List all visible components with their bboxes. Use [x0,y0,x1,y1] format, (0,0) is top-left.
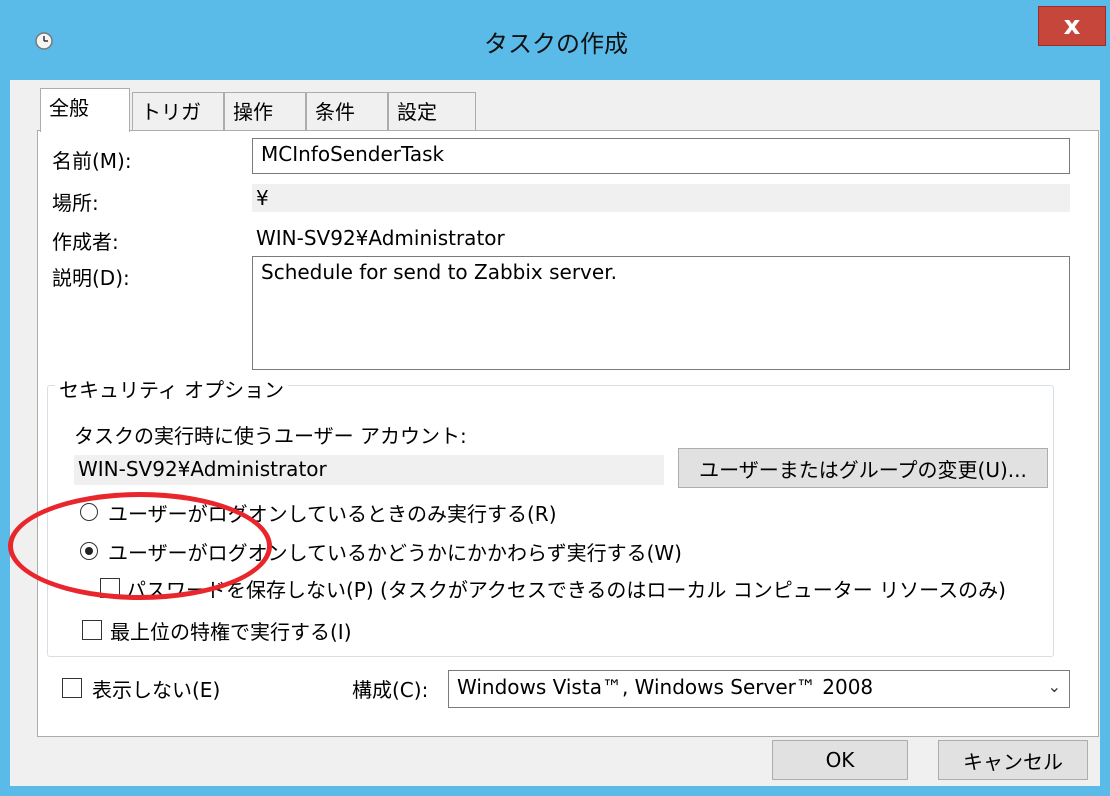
window-title: タスクの作成 [484,30,628,58]
hidden-checkbox[interactable] [62,678,82,698]
security-options-title: セキュリティ オプション [55,374,289,403]
name-input[interactable]: MCInfoSenderTask [252,138,1070,174]
change-user-button[interactable]: ユーザーまたはグループの変更(U)... [678,448,1048,488]
highest-privileges-label[interactable]: 最上位の特権で実行する(I) [110,616,352,645]
dont-store-password-label[interactable]: パスワードを保存しない(P) (タスクがアクセスできるのはローカル コンピュータ… [126,574,1006,603]
chevron-down-icon[interactable]: ⌄ [1048,677,1061,696]
close-button[interactable]: x [1038,6,1106,46]
cancel-button[interactable]: キャンセル [938,740,1088,780]
annotation-circle [8,492,272,600]
author-value: WIN-SV92¥Administrator [256,226,505,250]
author-label: 作成者: [52,230,119,254]
location-value: ¥ [252,184,1070,212]
account-prompt: タスクの実行時に使うユーザー アカウント: [74,424,467,448]
tab-actions[interactable]: 操作 [224,92,306,130]
tab-triggers[interactable]: トリガー [132,92,224,153]
ok-button[interactable]: OK [772,740,908,780]
account-value: WIN-SV92¥Administrator [74,455,664,485]
window-frame: タスクの作成 x 全般 トリガー 操作 条件 設定 名前(M): MCInfoS… [0,0,1110,796]
name-label: 名前(M): [52,149,132,173]
configure-select[interactable]: Windows Vista™, Windows Server™ 2008 ⌄ [448,670,1070,708]
description-label: 説明(D): [52,266,130,290]
title-bar[interactable]: タスクの作成 x [8,0,1106,80]
highest-privileges-checkbox[interactable] [82,620,102,640]
tab-general[interactable]: 全般 [40,88,130,132]
description-input[interactable]: Schedule for send to Zabbix server. [252,256,1070,370]
hidden-label[interactable]: 表示しない(E) [92,674,220,703]
dialog-client: 全般 トリガー 操作 条件 設定 名前(M): MCInfoSenderTask… [10,80,1100,786]
tab-settings[interactable]: 設定 [388,92,476,130]
tab-conditions[interactable]: 条件 [306,92,388,130]
configure-select-value: Windows Vista™, Windows Server™ 2008 [457,675,874,699]
location-label: 場所: [52,191,99,215]
configure-label: 構成(C): [352,678,429,702]
